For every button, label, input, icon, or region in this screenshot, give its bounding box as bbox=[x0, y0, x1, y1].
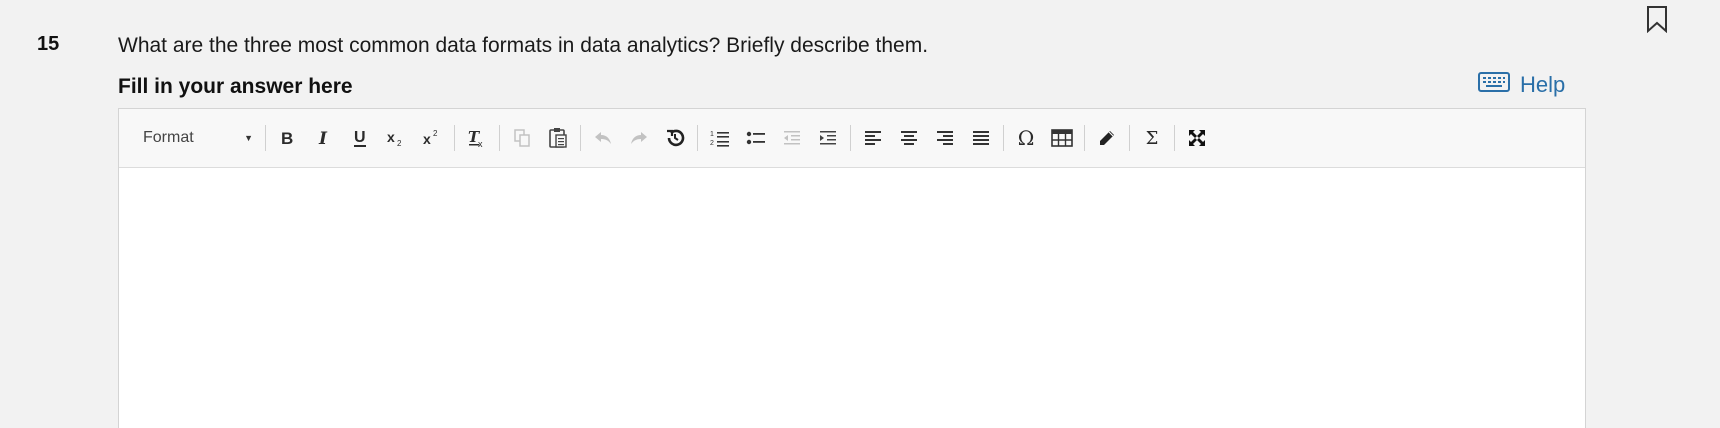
align-center-icon bbox=[900, 130, 918, 146]
svg-text:B: B bbox=[281, 129, 293, 147]
numbered-list-button[interactable]: 12 bbox=[702, 122, 738, 154]
math-button[interactable]: Σ bbox=[1134, 122, 1170, 154]
rich-text-editor: Format ▼ B I U x2 x2 Tx 1 2 Ω Σ bbox=[118, 108, 1586, 428]
redo-icon bbox=[629, 130, 649, 146]
question-text: What are the three most common data form… bbox=[118, 34, 929, 57]
bookmark-icon[interactable] bbox=[1645, 5, 1669, 34]
align-right-button[interactable] bbox=[927, 122, 963, 154]
bold-button[interactable]: B bbox=[270, 122, 306, 154]
underline-icon: U bbox=[352, 128, 368, 148]
maximize-button[interactable] bbox=[1179, 122, 1215, 154]
format-label: Format bbox=[143, 129, 194, 146]
redo-button[interactable] bbox=[621, 122, 657, 154]
align-center-button[interactable] bbox=[891, 122, 927, 154]
help-button[interactable]: Help bbox=[1478, 72, 1565, 98]
format-dropdown[interactable]: Format ▼ bbox=[125, 122, 261, 154]
decrease-indent-button[interactable] bbox=[774, 122, 810, 154]
special-character-button[interactable]: Ω bbox=[1008, 122, 1044, 154]
sigma-icon: Σ bbox=[1145, 127, 1159, 149]
maximize-icon bbox=[1187, 128, 1207, 148]
numbered-list-icon: 12 bbox=[710, 129, 730, 147]
underline-button[interactable]: U bbox=[342, 122, 378, 154]
pencil-icon bbox=[1098, 129, 1116, 147]
omega-icon: Ω bbox=[1017, 126, 1035, 150]
caret-down-icon: ▼ bbox=[244, 133, 253, 143]
svg-text:x: x bbox=[423, 131, 431, 147]
remove-format-button[interactable]: Tx bbox=[459, 122, 495, 154]
toolbar-separator bbox=[1084, 125, 1085, 151]
question-number: 15 bbox=[37, 33, 60, 55]
svg-text:U: U bbox=[354, 129, 366, 146]
indent-icon bbox=[818, 129, 838, 147]
subscript-icon: x2 bbox=[386, 129, 406, 147]
table-icon bbox=[1051, 129, 1073, 147]
undo-icon bbox=[593, 130, 613, 146]
subscript-button[interactable]: x2 bbox=[378, 122, 414, 154]
paste-icon bbox=[548, 127, 568, 149]
remove-format-icon: Tx bbox=[467, 128, 487, 148]
outdent-icon bbox=[782, 129, 802, 147]
align-right-icon bbox=[936, 130, 954, 146]
history-icon bbox=[665, 128, 685, 148]
bulleted-list-button[interactable] bbox=[738, 122, 774, 154]
align-justify-button[interactable] bbox=[963, 122, 999, 154]
copy-icon bbox=[513, 128, 531, 148]
table-button[interactable] bbox=[1044, 122, 1080, 154]
keyboard-icon bbox=[1478, 72, 1510, 98]
answer-label: Fill in your answer here bbox=[118, 75, 353, 98]
svg-text:2: 2 bbox=[710, 140, 714, 147]
svg-text:I: I bbox=[318, 129, 328, 147]
svg-text:x: x bbox=[387, 129, 395, 145]
toolbar-separator bbox=[1129, 125, 1130, 151]
italic-button[interactable]: I bbox=[306, 122, 342, 154]
copy-button[interactable] bbox=[504, 122, 540, 154]
history-button[interactable] bbox=[657, 122, 693, 154]
toolbar-separator bbox=[850, 125, 851, 151]
editor-toolbar: Format ▼ B I U x2 x2 Tx 1 2 Ω Σ bbox=[119, 109, 1585, 168]
svg-text:2: 2 bbox=[397, 139, 402, 147]
draw-button[interactable] bbox=[1089, 122, 1125, 154]
bulleted-list-icon bbox=[746, 130, 766, 146]
toolbar-separator bbox=[1174, 125, 1175, 151]
editor-content-area[interactable] bbox=[119, 168, 1585, 428]
toolbar-separator bbox=[697, 125, 698, 151]
align-left-button[interactable] bbox=[855, 122, 891, 154]
toolbar-separator bbox=[1003, 125, 1004, 151]
increase-indent-button[interactable] bbox=[810, 122, 846, 154]
align-justify-icon bbox=[972, 130, 990, 146]
help-label: Help bbox=[1520, 72, 1566, 97]
toolbar-separator bbox=[265, 125, 266, 151]
superscript-button[interactable]: x2 bbox=[414, 122, 450, 154]
svg-text:2: 2 bbox=[433, 129, 438, 138]
paste-button[interactable] bbox=[540, 122, 576, 154]
italic-icon: I bbox=[317, 129, 331, 147]
svg-text:x: x bbox=[478, 139, 483, 148]
align-left-icon bbox=[864, 130, 882, 146]
toolbar-separator bbox=[499, 125, 500, 151]
toolbar-separator bbox=[454, 125, 455, 151]
bold-icon: B bbox=[280, 129, 296, 147]
svg-text:1: 1 bbox=[710, 131, 714, 138]
superscript-icon: x2 bbox=[422, 129, 442, 147]
toolbar-separator bbox=[580, 125, 581, 151]
undo-button[interactable] bbox=[585, 122, 621, 154]
